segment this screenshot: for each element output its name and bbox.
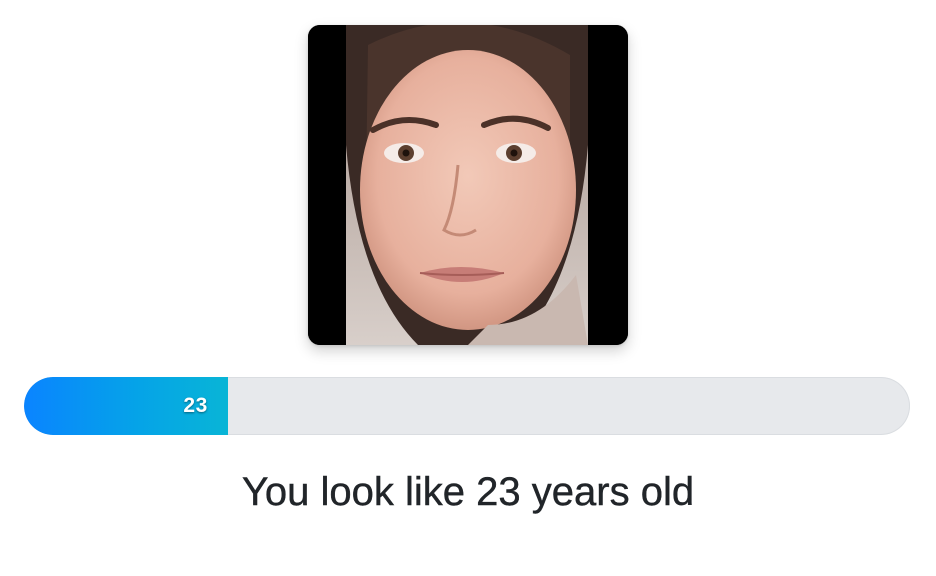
age-result-text: You look like 23 years old [241, 470, 695, 514]
face-photo [308, 25, 628, 345]
age-progress-label: 23 [183, 394, 208, 417]
age-progress-fill: 23 [24, 377, 228, 435]
age-result-page: 23 You look like 23 years old [0, 0, 936, 576]
face-image [308, 25, 628, 345]
age-progress-bar: 23 [24, 377, 910, 435]
